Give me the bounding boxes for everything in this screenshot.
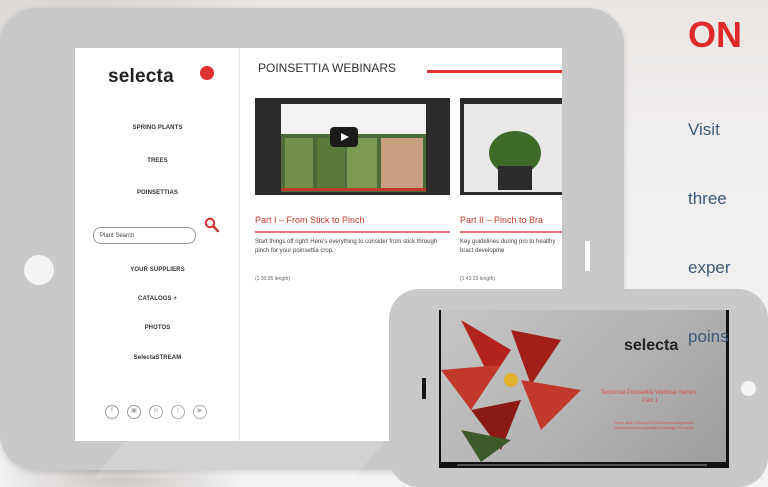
video-title-2[interactable]: Part II – Pinch to Bra	[460, 215, 543, 225]
tablet-home-button	[24, 255, 54, 285]
video-title-1[interactable]: Part I – From Stick to Pinch	[255, 215, 365, 225]
webinar-slide: selecta Technical Poinsettia Webinar Ser…	[441, 310, 726, 462]
poinsettia-image	[441, 320, 581, 462]
video-thumbnail-2	[460, 98, 562, 195]
nav-item-selectastream[interactable]: SelectaSTREAM	[75, 355, 240, 361]
section-body-line: poins	[688, 327, 729, 346]
search-icon[interactable]	[204, 217, 220, 233]
video-title-underline-2	[460, 231, 562, 233]
youtube-icon[interactable]: ▶	[193, 405, 207, 419]
section-body-line: three	[688, 189, 727, 208]
nav-item-spring-plants[interactable]: SPRING PLANTS	[75, 125, 240, 131]
slide-subtitle: From stick Through Pinch Best management…	[614, 420, 694, 430]
video-player-1[interactable]	[255, 98, 450, 195]
video-controls[interactable]	[441, 462, 726, 468]
play-button-1[interactable]	[330, 127, 358, 147]
tablet-side-button	[585, 241, 590, 271]
video-length-1: (1:30:35 length)	[255, 276, 291, 282]
nav-item-poinsettias[interactable]: POINSETTIAS	[75, 190, 240, 196]
sidebar: selecta SPRING PLANTS TREES POINSETTIAS …	[75, 48, 240, 441]
page-title: POINSETTIA WEBINARS	[258, 61, 397, 75]
slide-title: Technical Poinsettia Webinar Series - Pa…	[600, 390, 700, 404]
section-heading: ON	[688, 14, 742, 55]
title-divider	[427, 70, 562, 73]
video-progress-bar[interactable]	[457, 464, 707, 466]
nav-item-trees[interactable]: TREES	[75, 158, 240, 164]
phone-home-button	[741, 381, 756, 396]
selecta-logo[interactable]: selecta	[108, 66, 174, 88]
linkedin-icon[interactable]: in	[149, 405, 163, 419]
section-body: Visit three exper poins	[688, 72, 768, 371]
video-player-2[interactable]	[460, 98, 562, 195]
nav-item-photos[interactable]: PHOTOS	[75, 325, 240, 331]
slide-logo: selecta	[624, 337, 679, 354]
section-body-line: exper	[688, 258, 731, 277]
logo-mark-icon	[200, 66, 214, 80]
video-description-2: Key guidelines during pro to healthy bra…	[460, 239, 556, 254]
section-body-line: Visit	[688, 120, 720, 139]
video-description-1: Start things off right! Here's everythin…	[255, 239, 438, 254]
nav-item-your-suppliers[interactable]: YOUR SUPPLIERS	[75, 267, 240, 273]
video-title-underline-1	[255, 231, 450, 233]
facebook-icon[interactable]: f	[105, 405, 119, 419]
nav-item-catalogs[interactable]: CATALOGS +	[75, 296, 240, 302]
video-length-2: (1:43:23 length)	[460, 276, 496, 282]
plant-search-input[interactable]: Plant Search	[93, 227, 196, 244]
phone-screen[interactable]: selecta Technical Poinsettia Webinar Ser…	[439, 310, 729, 468]
instagram-icon[interactable]: ▣	[127, 405, 141, 419]
phone-side-button	[422, 378, 426, 399]
twitter-icon[interactable]: t	[171, 405, 185, 419]
